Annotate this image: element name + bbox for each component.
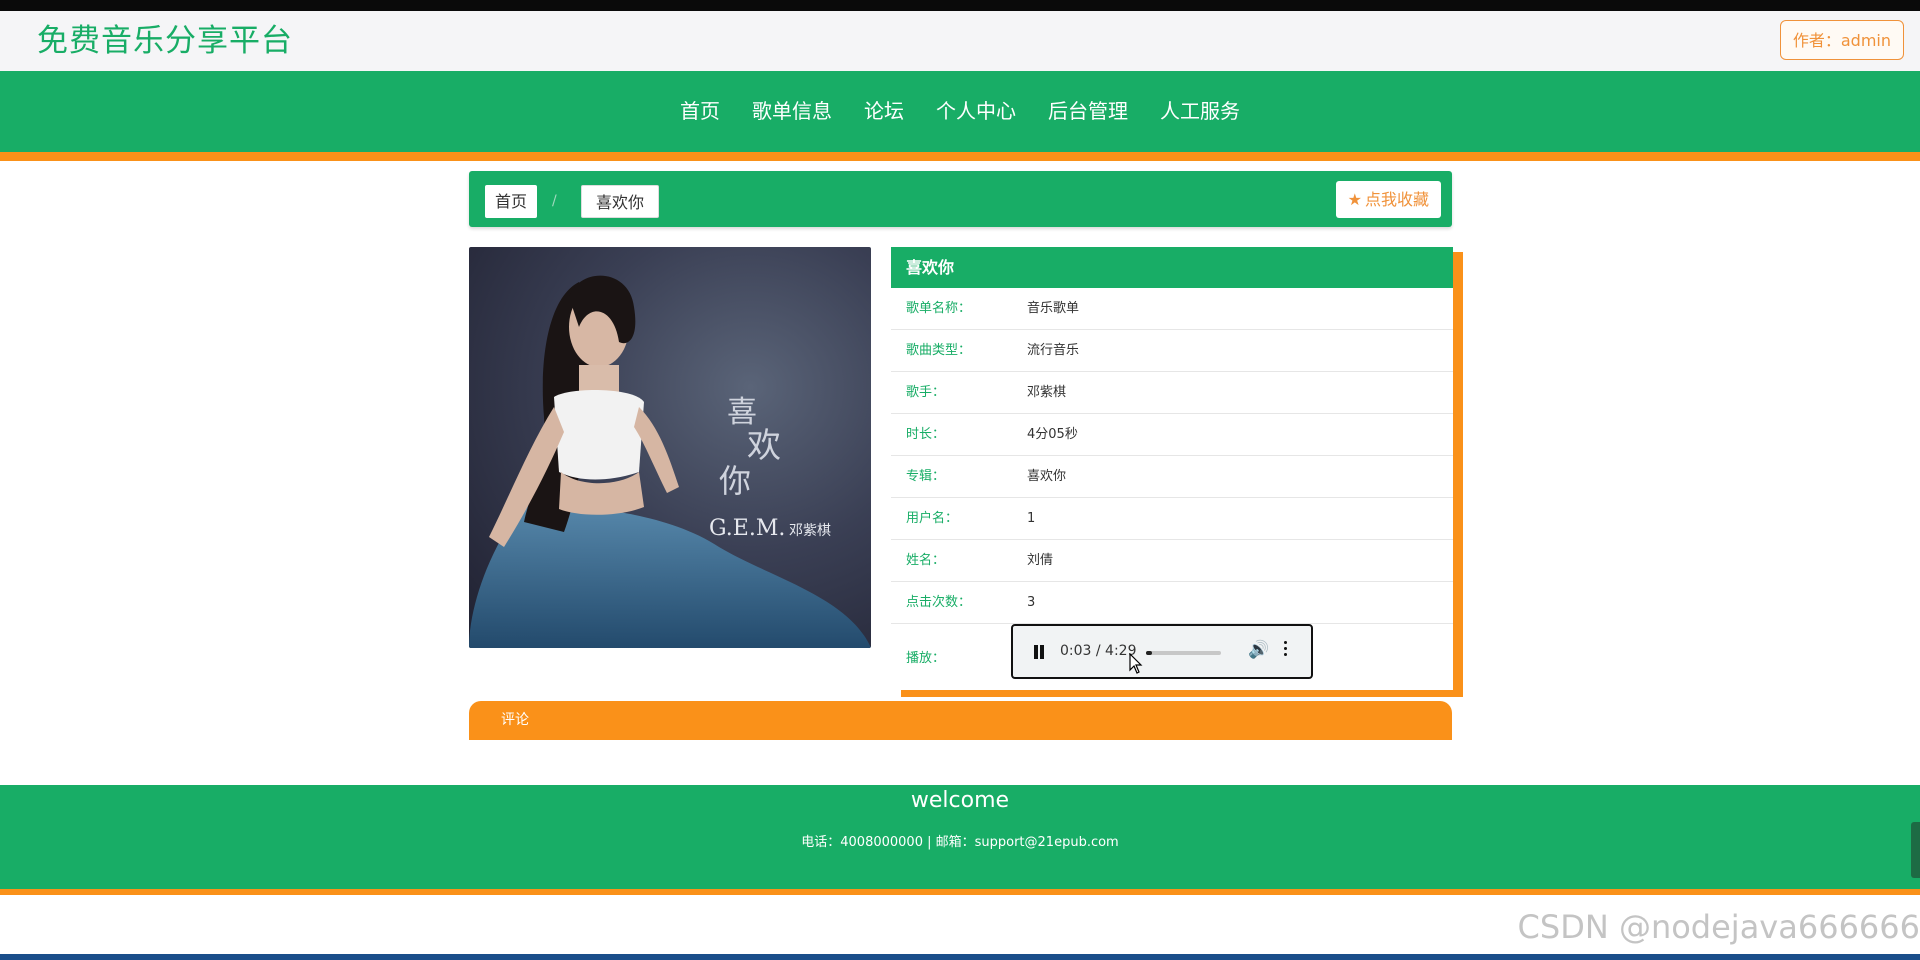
info-value: 3 (1027, 595, 1036, 610)
info-label: 时长： (906, 427, 946, 442)
footer-contact: 电话：4008000000 | 邮箱：support@21epub.com (801, 835, 1119, 850)
info-label: 歌曲类型： (906, 343, 972, 358)
audio-seek-bar[interactable] (1146, 651, 1221, 655)
info-label: 姓名： (906, 553, 946, 568)
info-row: 专辑： 喜欢你 (891, 456, 1453, 498)
footer-welcome: welcome (910, 788, 1010, 813)
main-nav: 首页 歌单信息 论坛 个人中心 后台管理 人工服务 (0, 71, 1920, 152)
info-row: 时长： 4分05秒 (891, 414, 1453, 456)
favorite-button[interactable]: ★ 点我收藏 (1335, 181, 1441, 218)
song-title: 喜欢你 (891, 247, 1453, 288)
favorite-label: 点我收藏 (1364, 190, 1429, 209)
pause-icon[interactable] (1033, 645, 1045, 659)
watermark: CSDN @nodejava666666 (1517, 908, 1920, 946)
info-row: 用户名： 1 (891, 498, 1453, 540)
info-label: 用户名： (906, 511, 959, 526)
info-row: 歌手： 邓紫棋 (891, 372, 1453, 414)
info-value: 喜欢你 (1027, 469, 1067, 484)
footer: welcome 电话：4008000000 | 邮箱：support@21epu… (0, 785, 1920, 889)
breadcrumb: 首页 / 喜欢你 ★ 点我收藏 (469, 171, 1452, 227)
info-label: 专辑： (906, 469, 946, 484)
comment-bar[interactable]: 评论 (469, 701, 1452, 740)
mouse-cursor-icon (1129, 653, 1143, 674)
info-row: 歌曲类型： 流行音乐 (891, 330, 1453, 372)
nav-item-admin[interactable]: 后台管理 (1032, 71, 1144, 152)
info-value: 刘倩 (1027, 553, 1054, 568)
site-title[interactable]: 免费音乐分享平台 (37, 11, 293, 71)
nav-item-home[interactable]: 首页 (664, 71, 736, 152)
album-cover-art: 喜 欢 你 G.E.M. 邓紫棋 (469, 275, 871, 648)
info-row: 歌单名称： 音乐歌单 (891, 288, 1453, 330)
info-label: 歌手： (906, 385, 946, 400)
footer-accent-strip (0, 889, 1920, 895)
volume-icon[interactable]: 🔊 (1248, 640, 1269, 660)
breadcrumb-separator: / (552, 193, 557, 209)
nav-item-playlists[interactable]: 歌单信息 (736, 71, 848, 152)
comment-label: 评论 (501, 712, 529, 728)
audio-time: 0:03 / 4:29 (1060, 643, 1137, 659)
nav-accent-strip (0, 152, 1920, 161)
breadcrumb-current[interactable]: 喜欢你 (581, 185, 660, 218)
info-value: 流行音乐 (1027, 343, 1080, 358)
more-options-icon[interactable] (1284, 641, 1288, 659)
author-button[interactable]: 作者：admin (1779, 20, 1904, 60)
taskbar-edge (0, 954, 1920, 960)
play-label: 播放： (906, 651, 946, 666)
browser-top-bar (0, 0, 1920, 11)
info-value: 1 (1027, 511, 1036, 526)
info-label: 点击次数： (906, 595, 972, 610)
info-value: 4分05秒 (1027, 427, 1078, 442)
nav-item-support[interactable]: 人工服务 (1144, 71, 1256, 152)
info-value: 邓紫棋 (1027, 385, 1067, 400)
nav-item-profile[interactable]: 个人中心 (920, 71, 1032, 152)
cover-text-2: 欢 (747, 426, 781, 466)
audio-seek-progress (1146, 651, 1152, 655)
breadcrumb-home[interactable]: 首页 (485, 185, 538, 218)
info-label: 歌单名称： (906, 301, 972, 316)
cover-artist-cn: 邓紫棋 (789, 523, 831, 539)
audio-player[interactable]: 0:03 / 4:29 🔊 (1011, 624, 1313, 679)
cover-text-1: 喜 (727, 395, 757, 430)
info-row: 点击次数： 3 (891, 582, 1453, 624)
nav-item-forum[interactable]: 论坛 (848, 71, 920, 152)
info-row: 姓名： 刘倩 (891, 540, 1453, 582)
album-cover: 喜 欢 你 G.E.M. 邓紫棋 (469, 247, 871, 648)
info-value: 音乐歌单 (1027, 301, 1080, 316)
cover-artist: G.E.M. (709, 516, 785, 541)
scroll-handle[interactable] (1911, 822, 1920, 878)
cover-text-3: 你 (719, 462, 751, 500)
star-icon: ★ (1347, 190, 1362, 209)
